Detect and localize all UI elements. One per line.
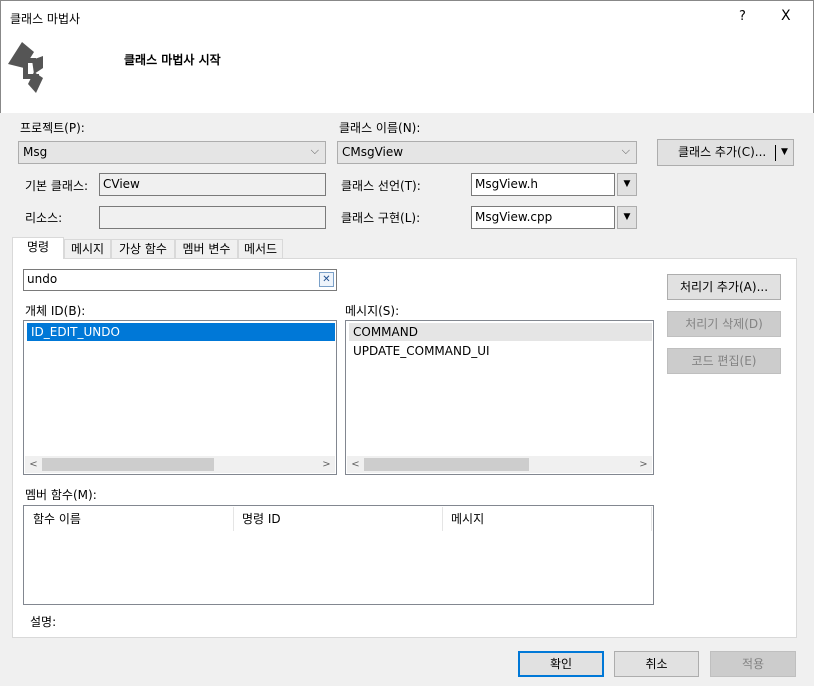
ok-button[interactable]: 확인 <box>518 651 604 677</box>
scroll-thumb[interactable] <box>364 458 529 471</box>
class-name-combo[interactable]: CMsgView ⌵ <box>337 141 637 164</box>
class-wizard-icon <box>8 42 43 93</box>
chevron-down-icon: ⌵ <box>310 144 319 157</box>
search-input[interactable]: undo <box>23 269 337 291</box>
scroll-left-icon[interactable]: < <box>25 456 42 473</box>
tab-methods[interactable]: 메서드 <box>238 239 283 259</box>
window-title: 클래스 마법사 <box>10 12 81 26</box>
dropdown-arrow-icon[interactable]: ▼ <box>781 140 788 164</box>
column-header-function-name[interactable]: 함수 이름 <box>25 507 234 531</box>
clear-search-icon[interactable]: ✕ <box>319 272 334 287</box>
list-item[interactable]: COMMAND <box>349 323 652 341</box>
add-class-button[interactable]: 클래스 추가(C)... ▼ <box>657 139 794 166</box>
project-label: 프로젝트(P): <box>20 121 85 135</box>
add-class-label: 클래스 추가(C)... <box>678 145 767 159</box>
project-combo[interactable]: Msg ⌵ <box>18 141 326 164</box>
member-functions-table[interactable]: 함수 이름 명령 ID 메시지 <box>23 505 654 605</box>
tab-member-variables[interactable]: 멤버 변수 <box>175 239 238 259</box>
description-label: 설명: <box>30 615 57 629</box>
class-decl-label: 클래스 선언(T): <box>341 179 421 193</box>
chevron-down-icon: ⌵ <box>621 144 630 157</box>
scroll-thumb[interactable] <box>42 458 214 471</box>
class-impl-label: 클래스 구현(L): <box>341 211 421 225</box>
class-impl-dropdown-icon[interactable]: ▼ <box>617 206 637 229</box>
resource-field <box>99 206 326 229</box>
class-decl-dropdown-icon[interactable]: ▼ <box>617 173 637 196</box>
object-ids-list[interactable]: ID_EDIT_UNDO < > <box>23 320 337 475</box>
scroll-left-icon[interactable]: < <box>347 456 364 473</box>
messages-label: 메시지(S): <box>345 304 400 318</box>
column-header-message[interactable]: 메시지 <box>443 507 652 531</box>
tab-commands[interactable]: 명령 <box>12 237 64 259</box>
horizontal-scrollbar[interactable]: < > <box>347 456 652 473</box>
help-button[interactable]: ? <box>739 9 746 24</box>
member-functions-label: 멤버 함수(M): <box>25 488 97 502</box>
base-class-label: 기본 클래스: <box>25 179 89 193</box>
class-decl-field[interactable]: MsgView.h <box>471 173 615 196</box>
close-button[interactable]: X <box>781 8 791 24</box>
list-item[interactable]: UPDATE_COMMAND_UI <box>349 342 652 360</box>
list-item[interactable]: ID_EDIT_UNDO <box>27 323 335 341</box>
edit-code-button[interactable]: 코드 편집(E) <box>667 348 781 374</box>
horizontal-scrollbar[interactable]: < > <box>25 456 335 473</box>
header-title: 클래스 마법사 시작 <box>124 53 221 67</box>
class-name-label: 클래스 이름(N): <box>339 121 421 135</box>
scroll-right-icon[interactable]: > <box>635 456 652 473</box>
split-divider <box>775 145 776 161</box>
delete-handler-button[interactable]: 처리기 삭제(D) <box>667 311 781 337</box>
resource-label: 리소스: <box>25 211 63 225</box>
tab-messages[interactable]: 메시지 <box>64 239 111 259</box>
class-name-value: CMsgView <box>342 145 404 159</box>
class-impl-field[interactable]: MsgView.cpp <box>471 206 615 229</box>
scroll-right-icon[interactable]: > <box>318 456 335 473</box>
base-class-field: CView <box>99 173 326 196</box>
tab-virtual-functions[interactable]: 가상 함수 <box>111 239 175 259</box>
title-bar: 클래스 마법사 ? X <box>0 0 814 33</box>
apply-button[interactable]: 적용 <box>710 651 796 677</box>
project-value: Msg <box>23 145 48 159</box>
add-handler-button[interactable]: 처리기 추가(A)... <box>667 274 781 300</box>
wizard-header: 클래스 마법사 시작 <box>0 33 814 113</box>
messages-list[interactable]: COMMAND UPDATE_COMMAND_UI < > <box>345 320 654 475</box>
column-header-command-id[interactable]: 명령 ID <box>234 507 443 531</box>
object-ids-label: 개체 ID(B): <box>25 304 86 318</box>
cancel-button[interactable]: 취소 <box>614 651 699 677</box>
